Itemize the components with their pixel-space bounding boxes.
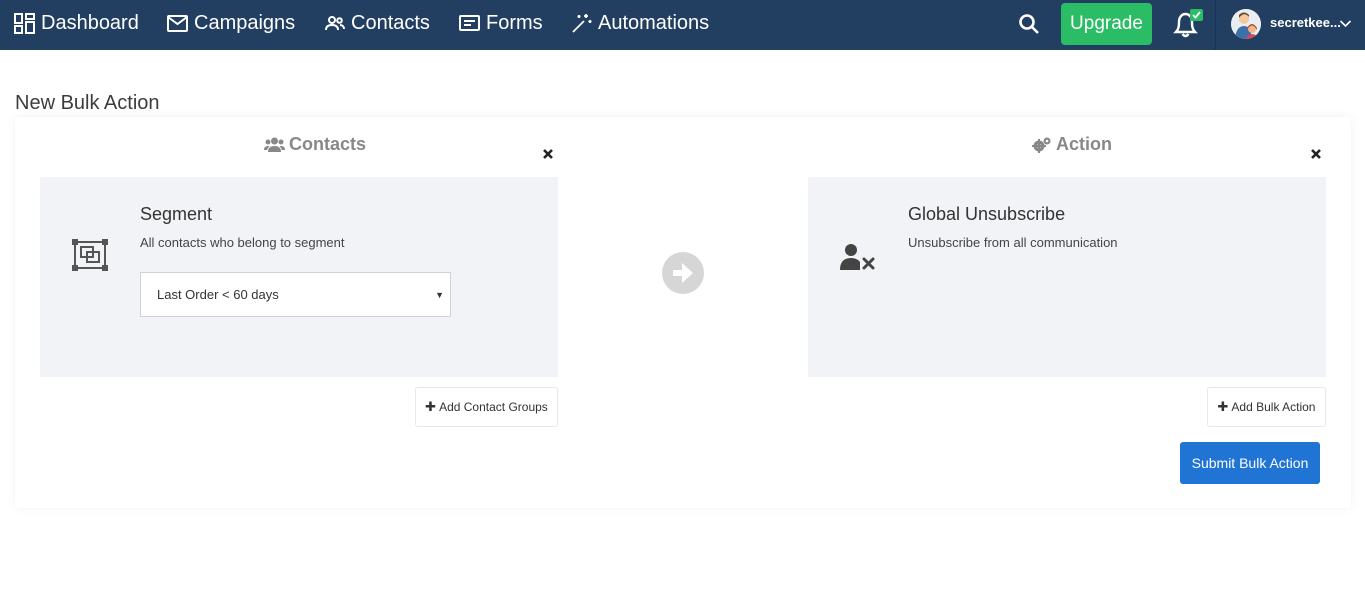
- segment-description: All contacts who belong to segment: [140, 235, 345, 250]
- remove-contacts-close-icon[interactable]: [542, 148, 554, 160]
- nav-forms[interactable]: Forms: [459, 0, 543, 46]
- avatar[interactable]: [1231, 9, 1261, 39]
- segment-panel: Segment All contacts who belong to segme…: [40, 177, 558, 377]
- remove-action-close-icon[interactable]: [1310, 148, 1322, 160]
- bell-icon[interactable]: [1170, 7, 1204, 41]
- arrow-right-circle-icon: [662, 252, 704, 294]
- nav-automations-label: Automations: [598, 11, 710, 34]
- contacts-column-title: Contacts: [264, 134, 366, 155]
- add-bulk-action-button[interactable]: ✚ Add Bulk Action: [1207, 387, 1326, 427]
- gears-icon: [1032, 137, 1051, 153]
- nav-divider: [1215, 0, 1216, 50]
- nav-automations[interactable]: Automations: [571, 0, 709, 46]
- user-name[interactable]: secretkee...: [1270, 15, 1341, 30]
- nav-dashboard[interactable]: Dashboard: [14, 0, 139, 46]
- upgrade-button[interactable]: Upgrade: [1061, 3, 1152, 45]
- user-x-icon: [840, 244, 875, 270]
- plus-icon: ✚: [1217, 399, 1229, 414]
- unsubscribe-panel: Global Unsubscribe Unsubscribe from all …: [808, 177, 1326, 377]
- plus-icon: ✚: [425, 399, 437, 414]
- search-icon[interactable]: [1017, 12, 1041, 36]
- segment-select-value: Last Order < 60 days: [157, 287, 279, 302]
- nav-forms-label: Forms: [486, 11, 543, 34]
- unsubscribe-description: Unsubscribe from all communication: [908, 235, 1118, 250]
- segment-select[interactable]: Last Order < 60 days ▼: [140, 272, 451, 317]
- add-bulk-action-label: Add Bulk Action: [1231, 400, 1316, 414]
- segment-heading: Segment: [140, 204, 213, 224]
- action-column-title: Action: [1032, 134, 1112, 155]
- nav-contacts[interactable]: Contacts: [325, 0, 430, 46]
- add-contact-groups-button[interactable]: ✚ Add Contact Groups: [415, 387, 558, 427]
- contacts-column-title-text: Contacts: [289, 134, 367, 154]
- magic-wand-icon: [572, 13, 592, 33]
- nav-contacts-label: Contacts: [351, 11, 430, 34]
- users-group-icon: [264, 137, 285, 152]
- page-title: New Bulk Action: [15, 92, 160, 114]
- add-contact-groups-label: Add Contact Groups: [439, 400, 548, 414]
- submit-bulk-action-button[interactable]: Submit Bulk Action: [1180, 442, 1320, 484]
- caret-down-icon: ▼: [435, 290, 444, 300]
- form-icon: [459, 15, 480, 31]
- nav-campaigns-label: Campaigns: [194, 11, 296, 34]
- segment-icon: [72, 239, 108, 271]
- nav-dashboard-label: Dashboard: [41, 11, 139, 34]
- dashboard-grid-icon: [14, 12, 35, 34]
- nav-campaigns[interactable]: Campaigns: [167, 0, 295, 46]
- unsubscribe-heading: Global Unsubscribe: [908, 204, 1066, 224]
- avatar-image: [1231, 9, 1261, 39]
- users-icon: [325, 16, 345, 31]
- top-navbar: Dashboard Campaigns Contacts Forms Autom…: [0, 0, 1365, 50]
- chevron-down-icon[interactable]: [1339, 17, 1352, 30]
- envelope-icon: [167, 14, 188, 32]
- action-column-title-text: Action: [1056, 134, 1112, 154]
